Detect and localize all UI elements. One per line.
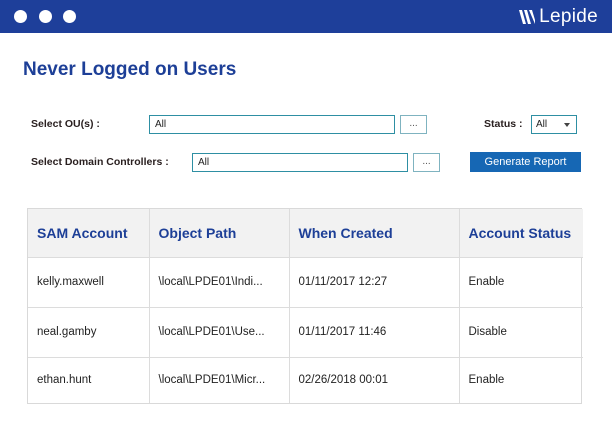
window-dot-icon[interactable] [14,10,27,23]
dc-input[interactable]: All [192,153,408,172]
brand-name: Lepide [539,6,598,27]
page-title: Never Logged on Users [23,59,237,80]
cell-account-status: Enable [459,257,583,308]
chevron-down-icon [564,123,570,127]
status-label: Status : [484,118,523,130]
window-titlebar: Lepide [0,0,612,33]
cell-object-path: \local\LPDE01\Indi... [149,257,290,308]
cell-sam-account: kelly.maxwell [28,257,150,308]
cell-object-path: \local\LPDE01\Micr... [149,357,290,403]
cell-sam-account: neal.gamby [28,307,150,358]
brand-logo: Lepide [519,6,598,28]
cell-when-created: 01/11/2017 11:46 [289,307,460,358]
ou-label: Select OU(s) : [31,118,100,130]
table-row[interactable]: neal.gamby \local\LPDE01\Use... 01/11/20… [28,307,583,358]
status-select[interactable]: All [531,115,577,134]
table-header-row: SAM Account Object Path When Created Acc… [28,209,583,258]
ou-browse-button[interactable]: ... [400,115,427,134]
window-dot-icon[interactable] [63,10,76,23]
column-header-sam-account[interactable]: SAM Account [28,209,150,258]
status-select-value: All [536,119,548,130]
dc-browse-button[interactable]: ... [413,153,440,172]
table-row[interactable]: ethan.hunt \local\LPDE01\Micr... 02/26/2… [28,357,583,403]
column-header-when-created[interactable]: When Created [289,209,460,258]
window-dot-icon[interactable] [39,10,52,23]
column-header-account-status[interactable]: Account Status [459,209,583,258]
cell-sam-account: ethan.hunt [28,357,150,403]
cell-account-status: Enable [468,374,505,387]
ou-input[interactable]: All [149,115,395,134]
cell-account-status: Disable [459,307,583,358]
table-row[interactable]: kelly.maxwell \local\LPDE01\Indi... 01/1… [28,257,583,308]
generate-report-button[interactable]: Generate Report [470,152,581,172]
cell-object-path: \local\LPDE01\Use... [149,307,290,358]
results-table: SAM Account Object Path When Created Acc… [27,208,583,404]
cell-when-created: 01/11/2017 12:27 [289,257,460,308]
dc-label: Select Domain Controllers : [31,156,169,168]
lepide-logo-icon [519,10,536,24]
cell-when-created: 02/26/2018 00:01 [289,357,460,403]
column-header-object-path[interactable]: Object Path [149,209,290,258]
